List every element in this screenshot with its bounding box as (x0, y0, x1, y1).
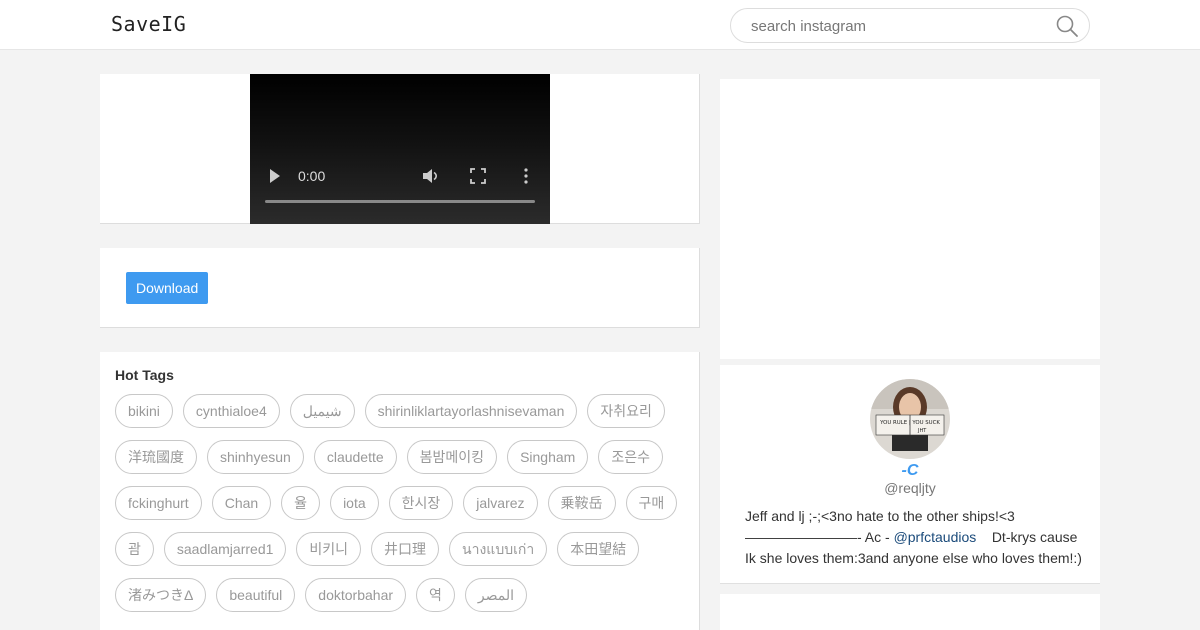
hot-tag[interactable]: beautiful (216, 578, 296, 612)
hot-tag[interactable]: 봄밤메이킹 (406, 440, 498, 474)
hot-tag[interactable]: doktorbahar (305, 578, 407, 612)
video-progress-bar[interactable] (265, 200, 535, 203)
profile-name[interactable]: -C (720, 462, 1100, 480)
video-card: 0:00 (100, 74, 700, 224)
hot-tag[interactable]: Singham (507, 440, 589, 474)
download-button[interactable]: Download (126, 272, 209, 304)
hot-tag[interactable]: นางแบบเก่า (449, 532, 548, 566)
tag-list: bikini cynthialoe4 شيميل shirinliklartayorl… (115, 394, 690, 624)
play-icon[interactable] (270, 169, 280, 183)
hot-tag[interactable]: cynthialoe4 (182, 394, 280, 428)
more-options-icon[interactable] (524, 168, 528, 184)
hot-tag[interactable]: 渚みつきΔ (115, 578, 207, 612)
hot-tag[interactable]: fckinghurt (115, 486, 202, 520)
hot-tag[interactable]: 비키니 (296, 532, 362, 566)
hot-tag[interactable]: المصر (464, 578, 528, 612)
hot-tag[interactable]: shinhyesun (207, 440, 304, 474)
site-logo[interactable]: SaveIG (111, 12, 186, 36)
fullscreen-icon[interactable] (470, 168, 486, 184)
download-card: Download (100, 248, 700, 328)
hot-tag[interactable]: 洋琉國度 (115, 440, 197, 474)
hot-tag[interactable]: 井口理 (371, 532, 440, 566)
hot-tag[interactable]: شيميل (289, 394, 355, 428)
avatar-tally: JHT (917, 428, 927, 434)
hot-tag[interactable]: 本田望結 (557, 532, 640, 566)
next-card (720, 594, 1100, 630)
hot-tag[interactable]: 乗鞍岳 (547, 486, 616, 520)
top-bar: SaveIG (0, 0, 1200, 50)
profile-bio: Jeff and lj ;-;<3no hate to the other sh… (745, 506, 1090, 569)
hot-tags-card: Hot Tags bikini cynthialoe4 شيميل shirinlik… (100, 352, 700, 630)
hot-tags-title: Hot Tags (115, 367, 174, 383)
search-box[interactable] (730, 8, 1090, 43)
hot-tag[interactable]: 구매 (625, 486, 678, 520)
volume-icon[interactable] (420, 166, 440, 186)
hot-tag[interactable]: claudette (313, 440, 397, 474)
video-time: 0:00 (298, 168, 326, 184)
avatar[interactable]: YOU RULE | YOU SUCK JHT (870, 379, 950, 459)
search-icon[interactable] (1055, 14, 1079, 38)
hot-tag[interactable]: Chan (211, 486, 272, 520)
hot-tag[interactable]: shirinliklartayorlashnisevaman (364, 394, 578, 428)
ad-placeholder (720, 79, 1100, 359)
hot-tag[interactable]: 조은수 (598, 440, 663, 474)
video-player[interactable]: 0:00 (250, 74, 550, 224)
bio-mention-link[interactable]: @prfctaudios (894, 529, 977, 545)
hot-tag[interactable]: 괌 (115, 532, 154, 566)
search-input[interactable] (751, 17, 1041, 35)
avatar-sign-text: YOU RULE | YOU SUCK (879, 420, 940, 426)
hot-tag[interactable]: saadlamjarred1 (163, 532, 287, 566)
hot-tag[interactable]: 자취요리 (587, 394, 665, 428)
hot-tag[interactable]: 역 (416, 578, 455, 612)
profile-card: YOU RULE | YOU SUCK JHT -C @reqljty Jeff… (720, 365, 1100, 584)
profile-handle: @reqljty (884, 480, 936, 496)
hot-tag[interactable]: 율 (281, 486, 321, 520)
hot-tag[interactable]: bikini (115, 394, 173, 428)
hot-tag[interactable]: 한시장 (388, 486, 454, 520)
hot-tag[interactable]: iota (330, 486, 379, 520)
hot-tag[interactable]: jalvarez (463, 486, 538, 520)
